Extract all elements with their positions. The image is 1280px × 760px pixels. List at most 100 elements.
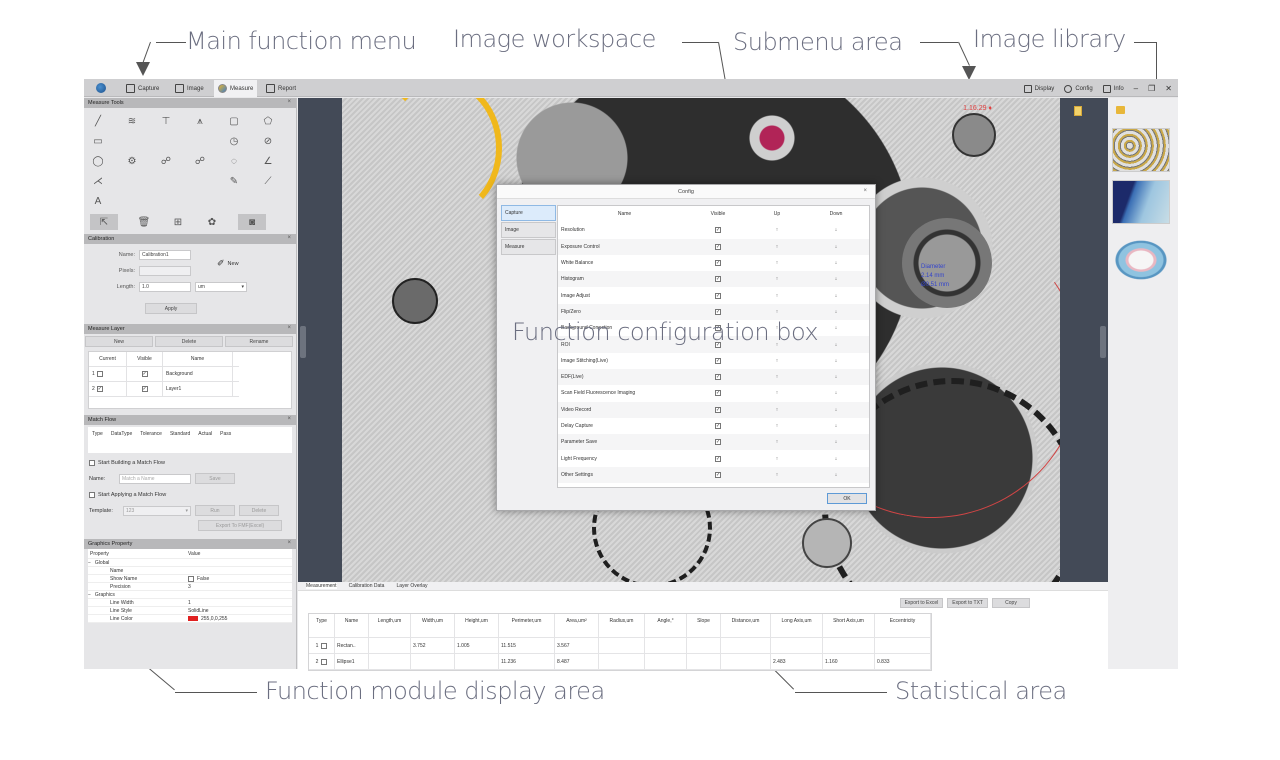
- stats-tab-measurement[interactable]: Measurement: [306, 583, 337, 589]
- layer-row[interactable]: 2 ✓ ✓ Layer1: [89, 382, 239, 397]
- visible-checkbox-cell[interactable]: ✓: [688, 423, 748, 429]
- move-down-icon[interactable]: ↓: [806, 260, 866, 266]
- visible-checkbox[interactable]: ✓: [715, 292, 721, 299]
- move-down-icon[interactable]: ↓: [806, 358, 866, 364]
- collapse-icon[interactable]: ×: [287, 416, 291, 422]
- close-icon[interactable]: ×: [863, 188, 867, 194]
- visible-checkbox-cell[interactable]: ✓: [688, 243, 748, 250]
- collapse-icon[interactable]: ×: [287, 99, 291, 105]
- visible-checkbox-cell[interactable]: ✓: [688, 471, 748, 478]
- config-row[interactable]: Light Frequency ✓ ↑ ↓: [558, 450, 869, 466]
- visible-checkbox[interactable]: ✓: [715, 357, 721, 364]
- visible-checkbox-cell[interactable]: ✓: [688, 406, 748, 413]
- submenu-config[interactable]: Config: [1064, 84, 1093, 93]
- delete-layer-button[interactable]: Delete: [155, 336, 223, 347]
- menu-tab-image[interactable]: Image: [171, 80, 208, 97]
- row-select-cell[interactable]: 1: [309, 638, 335, 653]
- stats-tab-calibration[interactable]: Calibration Data: [349, 583, 385, 589]
- start-building-row[interactable]: Start Building a Match Flow: [84, 456, 296, 469]
- move-down-icon[interactable]: ↓: [806, 439, 866, 445]
- circle-center-tool-icon[interactable]: ◷: [226, 133, 242, 149]
- delete-tool-icon[interactable]: 🗑: [136, 214, 152, 230]
- library-thumbnail[interactable]: [1112, 180, 1170, 224]
- property-value-cell[interactable]: 255,0,0,255: [188, 616, 292, 622]
- copy-button[interactable]: Copy: [992, 598, 1030, 608]
- new-calibration-button[interactable]: ✐ New: [217, 258, 239, 269]
- move-up-icon[interactable]: ↑: [748, 374, 806, 380]
- delete-all-tool-icon[interactable]: ⊞: [170, 214, 186, 230]
- property-row[interactable]: − Graphics: [88, 591, 292, 599]
- visible-checkbox[interactable]: ✓: [715, 471, 721, 478]
- visible-checkbox[interactable]: ✓: [141, 371, 148, 377]
- visible-checkbox[interactable]: ✓: [715, 406, 721, 413]
- visible-checkbox-cell[interactable]: ✓: [688, 357, 748, 364]
- template-select[interactable]: 123 ▾: [123, 505, 191, 516]
- config-row[interactable]: Parameter Save ✓ ↑ ↓: [558, 434, 869, 451]
- apply-button[interactable]: Apply: [145, 303, 197, 314]
- config-row[interactable]: Scan Field Fluorescence Imaging ✓ ↑ ↓: [558, 385, 869, 401]
- left-panel-toggle[interactable]: [300, 326, 306, 358]
- property-value-cell[interactable]: 3: [188, 584, 292, 590]
- property-row[interactable]: − Global: [88, 559, 292, 567]
- vertical-line-tool-icon[interactable]: ⊤: [158, 113, 174, 129]
- circle-3pt-tool-icon[interactable]: ⊘: [260, 133, 276, 149]
- row-select-cell[interactable]: 2: [309, 654, 335, 669]
- export-txt-button[interactable]: Export to TXT: [947, 598, 988, 608]
- text-tool-icon[interactable]: A: [90, 193, 106, 209]
- config-row[interactable]: Delay Capture ✓ ↑ ↓: [558, 418, 869, 434]
- visible-checkbox[interactable]: ✓: [715, 243, 721, 250]
- collapse-icon[interactable]: ×: [287, 325, 291, 331]
- pixels-input[interactable]: [139, 265, 191, 276]
- row-checkbox[interactable]: [321, 642, 328, 649]
- config-row[interactable]: Histogram ✓ ↑ ↓: [558, 271, 869, 288]
- start-applying-row[interactable]: Start Applying a Match Flow: [84, 488, 296, 501]
- visible-checkbox[interactable]: ✓: [141, 386, 148, 392]
- property-row[interactable]: Line Color 255,0,0,255: [88, 615, 292, 623]
- folder-icon[interactable]: [1116, 106, 1125, 114]
- library-thumbnail[interactable]: [1112, 128, 1170, 172]
- config-tab-capture[interactable]: Capture: [501, 205, 556, 221]
- move-up-icon[interactable]: ↑: [748, 260, 806, 266]
- stats-row[interactable]: 2 Ellipse1 11.236 8.487 2.483 1.160 0.833: [309, 654, 931, 670]
- rename-layer-button[interactable]: Rename: [225, 336, 293, 347]
- select-tool-icon[interactable]: ⇱: [90, 214, 118, 230]
- two-circle-tool-icon[interactable]: ☍: [158, 153, 174, 169]
- property-value-cell[interactable]: SolidLine: [188, 608, 292, 614]
- visible-checkbox[interactable]: ✓: [715, 374, 721, 381]
- export-excel-button[interactable]: Export to Excel: [899, 598, 944, 608]
- flow-name-input[interactable]: Match a Name: [119, 473, 191, 484]
- move-down-icon[interactable]: ↓: [806, 374, 866, 380]
- submenu-info[interactable]: Info: [1102, 84, 1124, 93]
- row-checkbox[interactable]: [321, 658, 328, 665]
- config-row[interactable]: Image Adjust ✓ ↑ ↓: [558, 287, 869, 303]
- measure-tools-header[interactable]: Measure Tools ×: [84, 98, 296, 108]
- config-row[interactable]: Other Settings ✓ ↑ ↓: [558, 466, 869, 484]
- parallel-line-tool-icon[interactable]: ≋: [124, 113, 140, 129]
- move-down-icon[interactable]: ↓: [806, 456, 866, 462]
- dialog-titlebar[interactable]: Config ×: [497, 185, 875, 199]
- visible-checkbox[interactable]: ✓: [715, 455, 721, 462]
- visible-checkbox-cell[interactable]: ✓: [688, 374, 748, 381]
- visible-checkbox[interactable]: ✓: [715, 227, 721, 234]
- property-value-cell[interactable]: 1: [188, 600, 292, 606]
- visible-checkbox[interactable]: ✓: [715, 260, 721, 267]
- export-fmf-button[interactable]: Export To FMF(Excel): [198, 520, 282, 531]
- delete-flow-button[interactable]: Delete: [239, 505, 279, 516]
- calibration-name-input[interactable]: Calibration1: [139, 249, 191, 260]
- graphics-property-header[interactable]: Graphics Property ×: [84, 539, 296, 549]
- layer-row[interactable]: 1 ✓ Background: [89, 367, 239, 382]
- run-flow-button[interactable]: Run: [195, 505, 235, 516]
- visible-checkbox-cell[interactable]: ✓: [688, 292, 748, 299]
- visible-checkbox[interactable]: ✓: [715, 390, 721, 397]
- move-down-icon[interactable]: ↓: [806, 472, 866, 478]
- property-row[interactable]: Line Width 1: [88, 599, 292, 607]
- move-down-icon[interactable]: ↓: [806, 227, 866, 233]
- visible-checkbox-cell[interactable]: ✓: [688, 308, 748, 315]
- rounded-rect-tool-icon[interactable]: ▭: [90, 133, 106, 149]
- move-up-icon[interactable]: ↑: [748, 456, 806, 462]
- minimize-button[interactable]: –: [1134, 84, 1138, 93]
- line-tool-icon[interactable]: ╱: [90, 113, 106, 129]
- submenu-display[interactable]: Display: [1023, 84, 1054, 93]
- visible-checkbox-cell[interactable]: ✓: [688, 227, 748, 234]
- visible-checkbox[interactable]: ✓: [715, 276, 721, 283]
